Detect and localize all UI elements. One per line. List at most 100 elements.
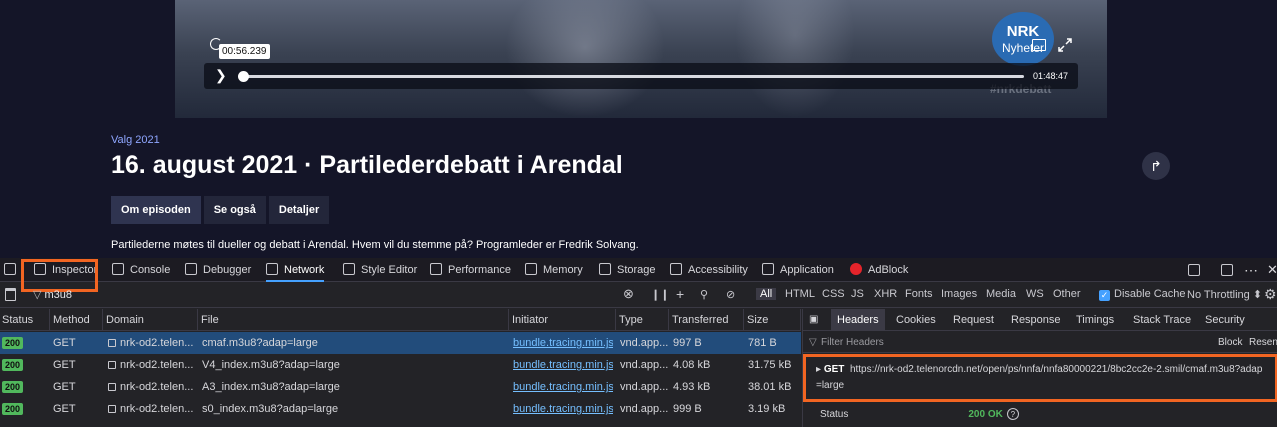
element-picker-icon[interactable] <box>4 258 22 282</box>
col-method[interactable]: Method <box>51 309 103 331</box>
network-icon <box>266 263 278 275</box>
throttling-select[interactable]: No Throttling ⬍ <box>1187 288 1262 301</box>
table-row[interactable]: 200 GET nrk-od2.telen... A3_index.m3u8?a… <box>0 376 801 398</box>
add-icon[interactable]: + <box>676 286 684 302</box>
toggle-sidebar-icon[interactable]: ▣ <box>809 309 818 331</box>
block-icon[interactable]: ⊘ <box>726 288 735 301</box>
more-options-icon[interactable]: ⋯ <box>1244 258 1258 282</box>
initiator-link[interactable]: bundle.tracing.min.js... <box>513 354 613 376</box>
help-icon[interactable]: ? <box>1006 408 1019 420</box>
col-file[interactable]: File <box>199 309 509 331</box>
clear-filter-icon[interactable]: ⊗ <box>623 286 634 302</box>
table-row[interactable]: 200 GET nrk-od2.telen... cmaf.m3u8?adap=… <box>0 332 801 354</box>
seek-bar[interactable] <box>243 75 1024 78</box>
request-url-highlight: ▸ GET https://nrk-od2.telenorcdn.net/ope… <box>803 354 1277 402</box>
debugger-icon <box>185 263 197 275</box>
expand-arrow-icon: ▸ <box>816 364 824 375</box>
share-button[interactable]: ↱ <box>1142 152 1170 180</box>
tab-response[interactable]: Response <box>1011 309 1061 331</box>
col-status[interactable]: Status <box>0 309 50 331</box>
method-cell: GET <box>53 381 76 393</box>
tab-detaljer[interactable]: Detaljer <box>268 196 330 224</box>
request-details-panel: ▣ Headers Cookies Request Response Timin… <box>802 309 1277 427</box>
transferred-cell: 4.93 kB <box>673 381 711 393</box>
col-type[interactable]: Type <box>617 309 669 331</box>
filter-js[interactable]: JS <box>851 288 864 300</box>
status-cell: 200 <box>2 332 24 354</box>
tab-timings[interactable]: Timings <box>1076 309 1114 331</box>
tab-se-ogsa[interactable]: Se også <box>203 196 266 224</box>
tab-storage[interactable]: Storage <box>599 258 656 282</box>
tab-headers[interactable]: Headers <box>831 309 885 331</box>
col-domain[interactable]: Domain <box>104 309 198 331</box>
request-url-line[interactable]: ▸ GET https://nrk-od2.telenorcdn.net/ope… <box>816 362 1268 394</box>
filter-images[interactable]: Images <box>941 288 977 300</box>
status-ok: 200 OK <box>968 409 1003 420</box>
type-cell: vnd.app... <box>620 381 668 393</box>
col-transferred[interactable]: Transferred <box>670 309 744 331</box>
application-icon <box>762 263 774 275</box>
video-player[interactable] <box>175 0 1107 118</box>
filter-fonts[interactable]: Fonts <box>905 288 933 300</box>
filter-urls-input[interactable]: ▽ m3u8 <box>33 288 72 301</box>
dock-side-icon[interactable] <box>1221 264 1233 276</box>
filter-xhr[interactable]: XHR <box>874 288 897 300</box>
tab-cookies[interactable]: Cookies <box>896 309 936 331</box>
tab-console[interactable]: Console <box>112 258 170 282</box>
tab-network[interactable]: Network <box>266 258 325 282</box>
stage-light <box>735 0 855 118</box>
tab-debugger[interactable]: Debugger <box>185 258 251 282</box>
cast-icon[interactable] <box>1032 39 1046 51</box>
checkmark-icon: ✓ <box>1099 290 1110 301</box>
storage-icon <box>599 263 611 275</box>
filter-css[interactable]: CSS <box>822 288 845 300</box>
settings-gear-icon[interactable]: ⚙ <box>1264 286 1277 303</box>
tab-style-editor[interactable]: Style Editor <box>343 258 417 282</box>
seek-handle[interactable] <box>238 71 249 82</box>
initiator-link[interactable]: bundle.tracing.min.js... <box>513 332 613 354</box>
status-badge: 200 <box>2 381 24 393</box>
close-icon[interactable]: ✕ <box>1267 258 1277 282</box>
tab-performance[interactable]: Performance <box>430 258 511 282</box>
clear-requests-icon[interactable] <box>5 288 16 301</box>
devtools-panel: Inspector Console Debugger Network Style… <box>0 258 1277 427</box>
tab-application[interactable]: Application <box>762 258 834 282</box>
block-button[interactable]: Block <box>1218 332 1242 353</box>
status-badge: 200 <box>2 359 24 371</box>
table-row[interactable]: 200 GET nrk-od2.telen... V4_index.m3u8?a… <box>0 354 801 376</box>
play-icon[interactable]: ❯ <box>215 67 229 85</box>
program-category[interactable]: Valg 2021 <box>111 134 160 146</box>
tab-adblock[interactable]: AdBlock <box>850 258 908 282</box>
initiator-link[interactable]: bundle.tracing.min.js... <box>513 376 613 398</box>
tab-security[interactable]: Security <box>1205 309 1245 331</box>
tab-request[interactable]: Request <box>953 309 994 331</box>
filter-other[interactable]: Other <box>1053 288 1081 300</box>
lock-icon <box>108 361 116 369</box>
type-cell: vnd.app... <box>620 403 668 415</box>
col-initiator[interactable]: Initiator <box>510 309 616 331</box>
col-size[interactable]: Size <box>745 309 801 331</box>
tab-om-episoden[interactable]: Om episoden <box>111 196 201 224</box>
resend-button[interactable]: Resend <box>1249 332 1277 353</box>
size-cell: 31.75 kB <box>748 359 792 371</box>
pause-icon[interactable]: ❙❙ <box>651 288 669 301</box>
tab-accessibility[interactable]: Accessibility <box>670 258 748 282</box>
status-badge: 200 <box>2 337 24 349</box>
initiator-link[interactable]: bundle.tracing.min.js... <box>513 398 613 420</box>
status-cell: 200 <box>2 398 24 420</box>
filter-headers-input[interactable]: ▽ Filter Headers <box>803 332 1277 353</box>
disable-cache-checkbox[interactable]: ✓ Disable Cache <box>1099 288 1186 301</box>
search-icon[interactable]: ⚲ <box>700 288 708 301</box>
fullscreen-icon[interactable] <box>1058 38 1072 52</box>
table-row[interactable]: 200 GET nrk-od2.telen... s0_index.m3u8?a… <box>0 398 801 420</box>
tab-stack-trace[interactable]: Stack Trace <box>1133 309 1191 331</box>
filter-all[interactable]: All <box>756 288 777 300</box>
domain-cell: nrk-od2.telen... <box>108 376 198 398</box>
filter-html[interactable]: HTML <box>785 288 815 300</box>
file-cell: V4_index.m3u8?adap=large <box>202 359 340 371</box>
filter-ws[interactable]: WS <box>1026 288 1044 300</box>
tab-memory[interactable]: Memory <box>525 258 583 282</box>
responsive-design-icon[interactable] <box>1188 264 1200 276</box>
console-icon <box>112 263 124 275</box>
filter-media[interactable]: Media <box>986 288 1016 300</box>
